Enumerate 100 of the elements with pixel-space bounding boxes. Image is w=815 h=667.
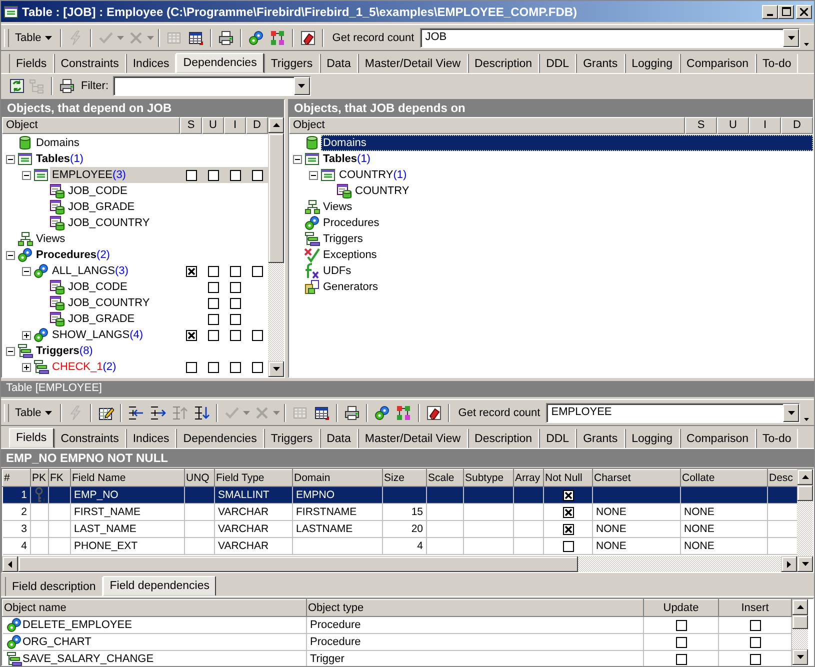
printer-icon[interactable] — [218, 30, 234, 46]
tree-item[interactable]: Exceptions — [321, 249, 813, 261]
expand-icon[interactable] — [22, 362, 31, 372]
tab[interactable]: Triggers — [264, 429, 320, 448]
column-header[interactable]: Object — [2, 117, 180, 134]
collapse-icon[interactable] — [293, 154, 302, 164]
scroll-thumb[interactable] — [792, 615, 808, 629]
collapse-icon[interactable] — [6, 154, 15, 164]
checkbox[interactable] — [208, 362, 218, 372]
tree-item[interactable]: JOB_GRADE — [66, 201, 180, 213]
column-header[interactable]: I — [749, 117, 781, 134]
caret-icon[interactable] — [804, 418, 809, 421]
tab[interactable]: Dependencies — [176, 429, 264, 448]
checkbox[interactable] — [186, 362, 196, 372]
column-header[interactable]: # — [2, 470, 30, 486]
column-header[interactable]: Not Null — [544, 470, 592, 486]
table-combo[interactable]: EMPLOYEE — [546, 402, 800, 422]
tree-item[interactable]: UDFs — [321, 265, 813, 277]
tree-item[interactable]: Procedures(2) — [34, 249, 180, 261]
tree-item[interactable]: Domains — [34, 137, 180, 149]
tree-item[interactable]: Procedures — [321, 217, 813, 229]
tab[interactable]: Data — [320, 429, 358, 448]
checkbox[interactable] — [208, 298, 218, 308]
column-header[interactable]: I — [224, 117, 246, 134]
tree-item[interactable]: Views — [321, 201, 813, 213]
column-header[interactable]: D — [246, 117, 268, 134]
tab[interactable]: Master/Detail View — [358, 54, 468, 73]
column-header[interactable]: Scale — [426, 470, 464, 486]
checkbox[interactable] — [230, 330, 240, 340]
checkbox[interactable] — [186, 266, 196, 276]
tree-item[interactable]: JOB_CODE — [66, 281, 180, 293]
collapse-icon[interactable] — [6, 346, 15, 356]
tab[interactable]: To-do — [756, 54, 798, 73]
column-header[interactable]: Subtype — [464, 470, 514, 486]
column-header[interactable]: UNQ — [184, 470, 214, 486]
scroll-up-icon[interactable] — [272, 123, 280, 127]
checkbox[interactable] — [230, 298, 240, 308]
tree-item[interactable]: JOB_COUNTRY — [66, 217, 180, 229]
dropdown-arrow-icon[interactable] — [298, 84, 305, 88]
checkbox[interactable] — [230, 362, 240, 372]
tab[interactable]: Indices — [126, 54, 176, 73]
tree-item[interactable]: JOB_CODE — [66, 185, 180, 197]
tab[interactable]: Fields — [9, 54, 54, 73]
checkbox[interactable] — [750, 620, 760, 631]
tree-item[interactable]: CHECK_1(2) — [50, 361, 180, 373]
column-header[interactable]: FK — [48, 470, 70, 486]
tab[interactable]: Dependencies — [176, 53, 264, 73]
checkbox[interactable] — [562, 540, 574, 552]
column-header[interactable]: Insert — [718, 600, 792, 616]
checkbox[interactable] — [208, 282, 218, 292]
tab[interactable]: To-do — [756, 429, 798, 448]
tab[interactable]: Comparison — [680, 429, 756, 448]
table-row[interactable]: 4 PHONE_EXT VARCHAR 4 NONE NONE — [2, 538, 798, 554]
dropdown-arrow-icon[interactable] — [788, 410, 794, 414]
checkbox[interactable] — [230, 314, 240, 324]
tab[interactable]: Field description — [5, 577, 103, 596]
column-header[interactable]: Domain — [292, 470, 382, 486]
checkbox[interactable] — [208, 314, 218, 324]
eraser-icon[interactable] — [300, 30, 316, 46]
column-header[interactable]: Desc — [768, 470, 798, 486]
tree-item[interactable]: COUNTRY(1) — [337, 169, 813, 181]
tab[interactable]: Grants — [576, 54, 625, 73]
printer-icon[interactable] — [59, 78, 75, 94]
maximize-button[interactable] — [778, 4, 794, 18]
tab[interactable]: Description — [468, 54, 540, 73]
edit-icon[interactable] — [98, 404, 114, 420]
tab[interactable]: Triggers — [264, 54, 320, 73]
minimize-button[interactable] — [762, 4, 778, 18]
column-header[interactable]: Array — [514, 470, 544, 486]
tree-item[interactable]: Triggers — [321, 233, 813, 245]
checkbox[interactable] — [208, 266, 218, 276]
collapse-icon[interactable] — [309, 170, 318, 180]
refresh-icon[interactable] — [9, 78, 25, 94]
column-header[interactable]: Field Type — [214, 470, 292, 486]
column-header[interactable]: Object type — [306, 600, 644, 616]
tree-item[interactable]: Views — [34, 233, 180, 245]
checkbox[interactable] — [208, 170, 218, 180]
checkbox[interactable] — [186, 170, 196, 180]
column-header[interactable]: Update — [644, 600, 718, 616]
tab[interactable]: Indices — [126, 429, 176, 448]
tab[interactable]: Description — [468, 429, 540, 448]
tree-item[interactable]: SHOW_LANGS(4) — [50, 329, 180, 341]
column-header[interactable]: PK — [30, 470, 48, 486]
scroll-down-icon[interactable] — [272, 367, 280, 371]
caret-icon[interactable] — [804, 43, 809, 46]
table-menu-button[interactable]: Table — [11, 28, 56, 48]
tab[interactable]: Constraints — [54, 429, 126, 448]
checkbox[interactable] — [676, 636, 686, 648]
checkbox[interactable] — [230, 282, 240, 292]
tab[interactable]: DDL — [539, 54, 576, 73]
tree-item[interactable]: COUNTRY — [353, 185, 813, 197]
table-menu-button[interactable]: Table — [11, 402, 56, 422]
column-header[interactable]: Field Name — [70, 470, 184, 486]
move-down-icon[interactable] — [194, 404, 210, 420]
tab[interactable]: DDL — [539, 429, 576, 448]
checkbox[interactable] — [252, 266, 262, 276]
selected-row[interactable]: 1 EMP_NO SMALLINT EMPNO — [2, 486, 798, 504]
dropdown-arrow-icon[interactable] — [788, 36, 794, 40]
get-record-count-button[interactable]: Get record count — [328, 28, 418, 48]
checkbox[interactable] — [562, 506, 574, 518]
